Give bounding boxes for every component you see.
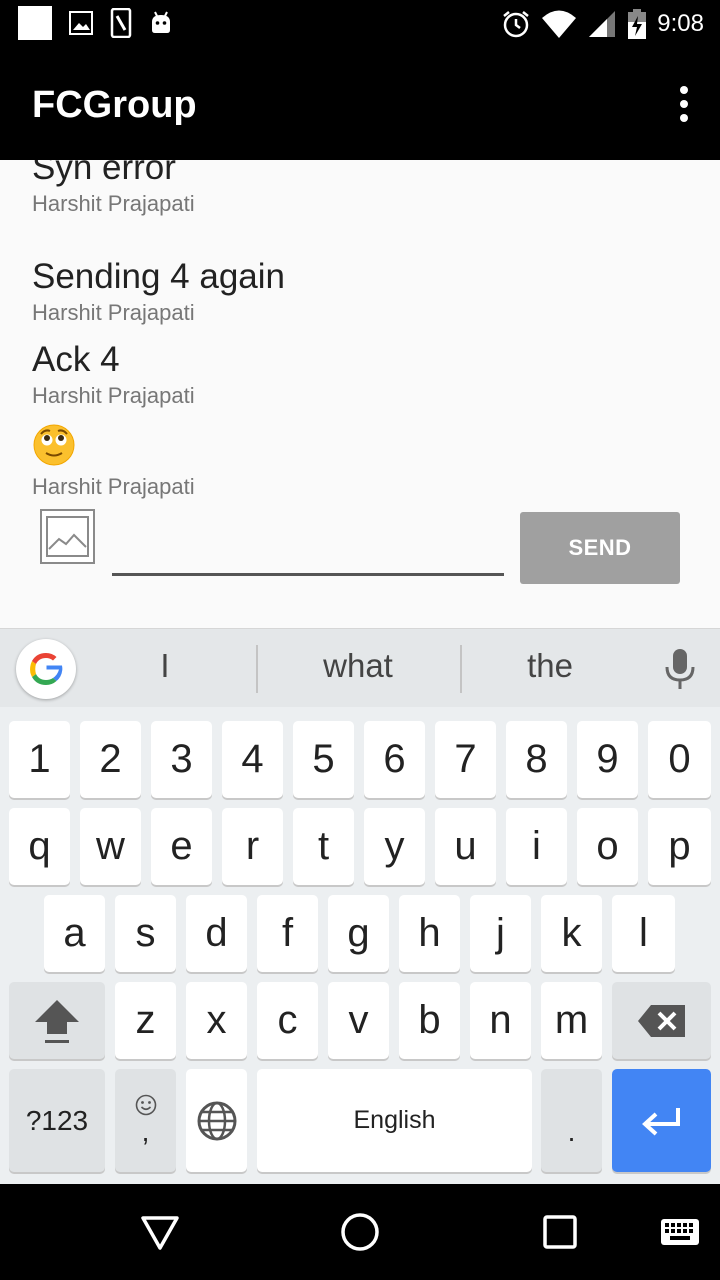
key-w[interactable]: w (80, 808, 141, 885)
key-o[interactable]: o (577, 808, 638, 885)
key-g[interactable]: g (328, 895, 389, 972)
message-sender: Harshit Prajapati (32, 191, 195, 216)
key-k[interactable]: k (541, 895, 602, 972)
key-3[interactable]: 3 (151, 721, 212, 798)
key-e[interactable]: e (151, 808, 212, 885)
message-item: Harshit Prajapati (32, 422, 195, 501)
app-title: FCGroup (32, 84, 197, 126)
key-y[interactable]: y (364, 808, 425, 885)
suggestion-item[interactable]: what (270, 647, 446, 685)
image-placeholder-icon (46, 516, 89, 557)
key-z[interactable]: z (115, 982, 176, 1059)
system-icons: 9:08 (501, 6, 704, 42)
key-u[interactable]: u (435, 808, 496, 885)
key-q[interactable]: q (9, 808, 70, 885)
key-0[interactable]: 0 (648, 721, 711, 798)
key-5[interactable]: 5 (293, 721, 354, 798)
blank-notification-icon (18, 6, 52, 40)
recents-icon[interactable] (543, 1215, 577, 1249)
microphone-icon[interactable] (664, 647, 696, 691)
space-key[interactable]: English (257, 1069, 532, 1172)
message-sender: Harshit Prajapati (32, 474, 195, 499)
message-sender: Harshit Prajapati (32, 383, 195, 408)
navigation-bar (0, 1184, 720, 1280)
key-a[interactable]: a (44, 895, 105, 972)
key-s[interactable]: s (115, 895, 176, 972)
message-item: Syn error Harshit Prajapati (32, 160, 195, 218)
app-bar: FCGroup (0, 48, 720, 160)
key-n[interactable]: n (470, 982, 531, 1059)
attach-image-button[interactable] (40, 509, 95, 564)
cell-signal-icon (589, 11, 616, 37)
globe-icon (197, 1101, 236, 1140)
message-item: Ack 4 Harshit Prajapati (32, 338, 195, 410)
key-h[interactable]: h (399, 895, 460, 972)
key-r[interactable]: r (222, 808, 283, 885)
alarm-icon (503, 11, 530, 38)
key-d[interactable]: d (186, 895, 247, 972)
language-key[interactable] (186, 1069, 247, 1172)
backspace-key[interactable] (612, 982, 711, 1059)
suggestion-item[interactable]: I (110, 647, 220, 685)
relieved-face-emoji (33, 424, 75, 466)
key-8[interactable]: 8 (506, 721, 567, 798)
screen: 9:08 FCGroup Syn error Harshit Prajapati… (0, 0, 720, 1280)
key-j[interactable]: j (470, 895, 531, 972)
enter-key[interactable] (612, 1069, 711, 1172)
device-notification-icon (110, 8, 132, 38)
chat-area[interactable]: Syn error Harshit Prajapati Sending 4 ag… (0, 160, 720, 628)
send-button[interactable]: SEND (520, 512, 680, 584)
overflow-menu-icon[interactable] (676, 86, 692, 122)
google-g-icon (30, 653, 63, 685)
wifi-icon (542, 10, 577, 38)
key-x[interactable]: x (186, 982, 247, 1059)
suggestion-bar: I what the (0, 629, 720, 707)
key-7[interactable]: 7 (435, 721, 496, 798)
gallery-notification-icon (69, 11, 93, 35)
period-key[interactable]: . (541, 1069, 602, 1172)
soft-keyboard: I what the 1 2 3 4 5 6 7 8 9 0 q w e r t… (0, 628, 720, 1184)
key-c[interactable]: c (257, 982, 318, 1059)
key-p[interactable]: p (648, 808, 711, 885)
android-notification-icon (152, 11, 170, 33)
message-sender: Harshit Prajapati (32, 300, 195, 325)
battery-charging-icon (628, 9, 647, 39)
message-text: Syn error (32, 160, 176, 187)
key-4[interactable]: 4 (222, 721, 283, 798)
message-text: Ack 4 (32, 340, 120, 379)
notification-icons (18, 6, 174, 40)
symbols-key[interactable]: ?123 (9, 1069, 105, 1172)
emoji-comma-key[interactable]: , (115, 1069, 176, 1172)
message-text: Sending 4 again (32, 257, 285, 296)
key-v[interactable]: v (328, 982, 389, 1059)
key-6[interactable]: 6 (364, 721, 425, 798)
key-f[interactable]: f (257, 895, 318, 972)
key-l[interactable]: l (612, 895, 675, 972)
key-1[interactable]: 1 (9, 721, 70, 798)
status-bar: 9:08 (0, 0, 720, 48)
backspace-icon (637, 1004, 685, 1037)
key-m[interactable]: m (541, 982, 602, 1059)
home-icon[interactable] (340, 1212, 380, 1252)
suggestion-item[interactable]: the (474, 647, 626, 685)
google-search-button[interactable] (16, 639, 76, 699)
key-b[interactable]: b (399, 982, 460, 1059)
back-icon[interactable] (140, 1214, 180, 1252)
key-2[interactable]: 2 (80, 721, 141, 798)
shift-key[interactable] (9, 982, 105, 1059)
key-t[interactable]: t (293, 808, 354, 885)
smiley-icon (135, 1094, 156, 1115)
shift-arrow-icon (35, 999, 79, 1043)
message-item: Sending 4 again Harshit Prajapati (32, 255, 285, 327)
suggestion-divider (460, 645, 462, 693)
suggestion-divider (256, 645, 258, 693)
comma-label: , (141, 1115, 150, 1147)
keyboard-switch-icon[interactable] (660, 1218, 700, 1246)
enter-arrow-icon (641, 1107, 680, 1135)
key-i[interactable]: i (506, 808, 567, 885)
message-input[interactable] (112, 526, 504, 576)
status-time: 9:08 (657, 10, 704, 37)
key-9[interactable]: 9 (577, 721, 638, 798)
